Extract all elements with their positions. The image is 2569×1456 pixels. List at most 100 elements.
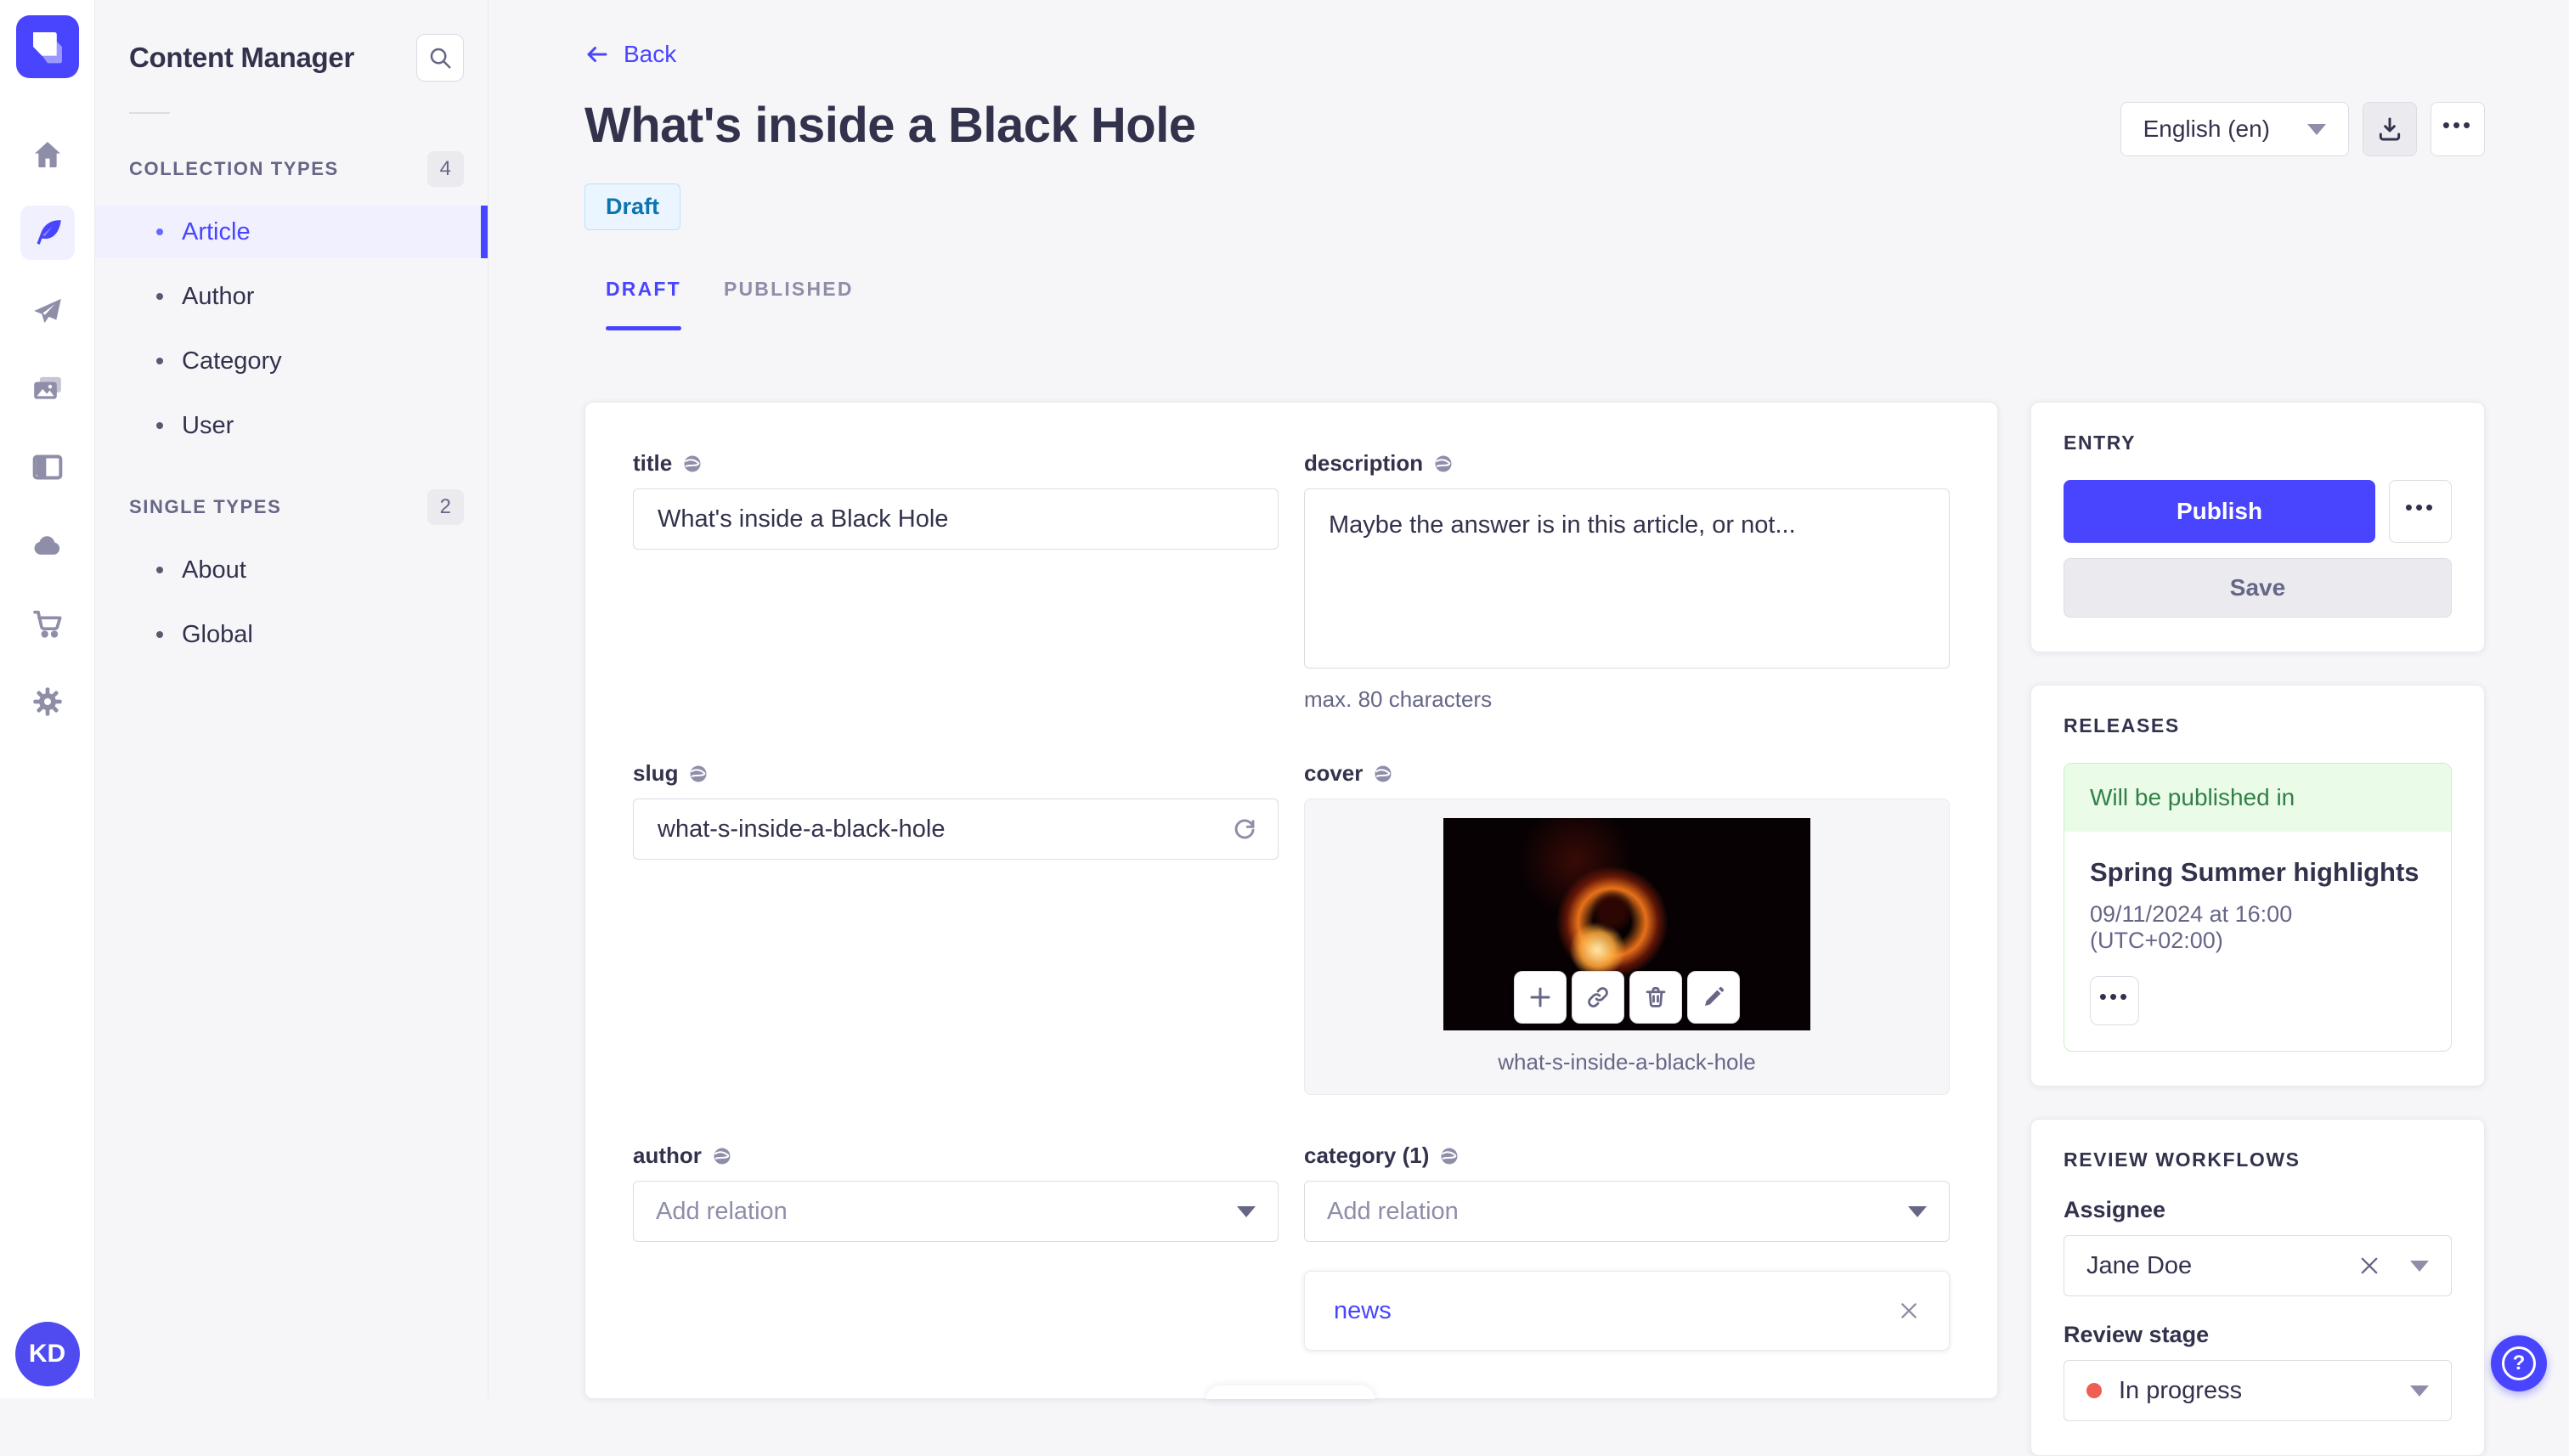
- media-library-icon: [31, 372, 65, 406]
- chevron-down-icon: [2410, 1385, 2429, 1397]
- publish-button[interactable]: Publish: [2064, 480, 2375, 543]
- home-icon: [31, 138, 65, 172]
- entry-more-button[interactable]: •••: [2389, 480, 2452, 543]
- rail-media-library-button[interactable]: [20, 362, 75, 416]
- entry-panel-label: ENTRY: [2064, 432, 2452, 454]
- single-types-section: SINGLE TYPES 2 About Global: [95, 489, 488, 661]
- help-button[interactable]: ?: [2491, 1335, 2547, 1391]
- paper-plane-icon: [31, 294, 65, 328]
- tab-published-label: PUBLISHED: [724, 278, 854, 300]
- releases-panel-label: RELEASES: [2064, 714, 2452, 737]
- search-icon: [427, 45, 453, 71]
- strapi-logo[interactable]: [16, 15, 79, 78]
- header-more-button[interactable]: •••: [2431, 102, 2485, 156]
- category-relation-select[interactable]: Add relation: [1304, 1181, 1950, 1242]
- cover-edit-button[interactable]: [1687, 971, 1740, 1024]
- chevron-down-icon: [2410, 1261, 2429, 1272]
- relation-news-link[interactable]: news: [1334, 1297, 1392, 1325]
- subnav-item-label: Category: [182, 347, 282, 375]
- chevron-down-icon: [1237, 1206, 1256, 1217]
- rail-deploy-button[interactable]: [20, 518, 75, 573]
- remove-relation-x-icon[interactable]: [1898, 1300, 1920, 1322]
- gear-icon: [31, 685, 65, 719]
- back-link[interactable]: Back: [584, 41, 676, 68]
- cover-copy-link-button[interactable]: [1572, 971, 1624, 1024]
- tab-published[interactable]: PUBLISHED: [703, 278, 875, 330]
- refresh-icon: [1231, 815, 1258, 843]
- slug-field-label: slug: [633, 760, 678, 787]
- rail-marketplace-button[interactable]: [20, 596, 75, 651]
- clear-assignee-x-icon[interactable]: [2357, 1254, 2381, 1278]
- review-stage-select[interactable]: In progress: [2064, 1360, 2452, 1421]
- main-content: Back What's inside a Black Hole English …: [488, 0, 2569, 1398]
- subnav-divider: [129, 112, 170, 114]
- subnav-item-user[interactable]: User: [95, 399, 488, 452]
- bullet-icon: [156, 293, 163, 300]
- trash-icon: [1643, 985, 1668, 1010]
- subnav-item-about[interactable]: About: [95, 544, 488, 596]
- single-types-label: SINGLE TYPES: [129, 496, 281, 518]
- subnav-title: Content Manager: [129, 42, 354, 74]
- rail-home-button[interactable]: [20, 127, 75, 182]
- link-icon: [1585, 985, 1611, 1010]
- localized-globe-icon: [1439, 1146, 1460, 1166]
- rail-releases-button[interactable]: [20, 284, 75, 338]
- save-button[interactable]: Save: [2064, 558, 2452, 618]
- release-name: Spring Summer highlights: [2090, 857, 2425, 888]
- export-button[interactable]: [2363, 102, 2417, 156]
- stage-status-dot: [2086, 1383, 2102, 1398]
- release-date: 09/11/2024 at 16:00 (UTC+02:00): [2090, 901, 2425, 954]
- cover-actions: [1514, 971, 1740, 1024]
- releases-panel: RELEASES Will be published in Spring Sum…: [2030, 685, 2485, 1086]
- title-input[interactable]: [633, 488, 1279, 550]
- collection-types-count: 4: [427, 151, 464, 187]
- cover-add-button[interactable]: [1514, 971, 1567, 1024]
- localized-globe-icon: [688, 764, 709, 784]
- rail-content-type-builder-button[interactable]: [20, 440, 75, 494]
- subnav-item-category[interactable]: Category: [95, 335, 488, 387]
- field-description: description Maybe the answer is in this …: [1304, 450, 1950, 713]
- cover-asset-card: what-s-inside-a-black-hole: [1304, 799, 1950, 1095]
- bullet-icon: [156, 229, 163, 235]
- cover-delete-button[interactable]: [1629, 971, 1682, 1024]
- more-icon: •••: [2442, 114, 2473, 144]
- regenerate-slug-button[interactable]: [1231, 815, 1258, 843]
- subnav-item-author[interactable]: Author: [95, 270, 488, 323]
- assignee-select[interactable]: Jane Doe: [2064, 1235, 2452, 1296]
- subnav-item-label: Author: [182, 283, 254, 311]
- back-label: Back: [624, 41, 676, 68]
- assignee-value: Jane Doe: [2086, 1252, 2192, 1280]
- search-button[interactable]: [416, 34, 464, 82]
- localized-globe-icon: [1373, 764, 1393, 784]
- description-hint: max. 80 characters: [1304, 686, 1950, 713]
- assignee-label: Assignee: [2064, 1197, 2452, 1223]
- release-more-button[interactable]: •••: [2090, 976, 2139, 1025]
- chevron-down-icon: [2307, 124, 2326, 135]
- review-workflows-panel: REVIEW WORKFLOWS Assignee Jane Doe Revie…: [2030, 1119, 2485, 1456]
- feather-icon: [31, 216, 65, 250]
- status-badge: Draft: [584, 183, 680, 230]
- subnav-item-article[interactable]: Article: [95, 206, 488, 258]
- subnav-item-label: User: [182, 412, 234, 440]
- description-textarea[interactable]: Maybe the answer is in this article, or …: [1304, 488, 1950, 669]
- pencil-icon: [1701, 985, 1726, 1010]
- category-placeholder: Add relation: [1327, 1198, 1459, 1226]
- collection-types-label: COLLECTION TYPES: [129, 158, 339, 180]
- slug-input[interactable]: [633, 799, 1279, 860]
- rail-content-manager-button[interactable]: [20, 206, 75, 260]
- plus-icon: [1527, 985, 1553, 1010]
- chevron-down-icon: [1908, 1206, 1927, 1217]
- localized-globe-icon: [682, 454, 703, 474]
- user-avatar[interactable]: KD: [15, 1322, 80, 1386]
- arrow-left-icon: [584, 42, 610, 67]
- bullet-icon: [156, 422, 163, 429]
- rail-settings-button[interactable]: [20, 674, 75, 729]
- subnav-item-global[interactable]: Global: [95, 608, 488, 661]
- review-workflows-label: REVIEW WORKFLOWS: [2064, 1148, 2452, 1171]
- tab-active-underline: [606, 326, 681, 330]
- tab-draft[interactable]: DRAFT: [584, 278, 703, 330]
- field-author: author Add relation: [633, 1143, 1279, 1351]
- author-relation-select[interactable]: Add relation: [633, 1181, 1279, 1242]
- locale-select[interactable]: English (en): [2120, 102, 2349, 156]
- cover-image-black-hole: [1443, 818, 1810, 1030]
